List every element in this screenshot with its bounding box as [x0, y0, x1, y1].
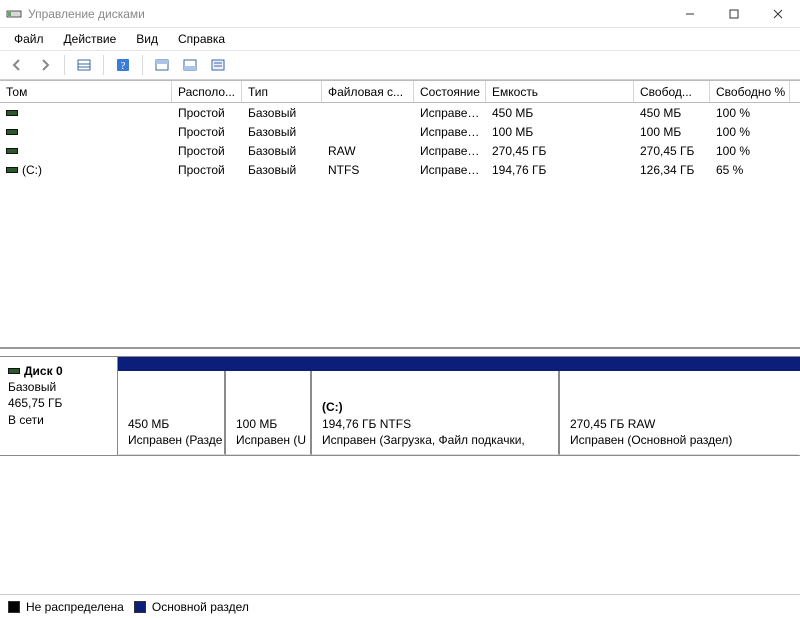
partition-size: 100 МБ: [236, 416, 302, 432]
volume-icon: [6, 110, 18, 116]
table-row[interactable]: ПростойБазовыйRAWИсправен...270,45 ГБ270…: [0, 141, 800, 160]
help-button[interactable]: ?: [112, 54, 134, 76]
toolbar: ?: [0, 50, 800, 80]
volume-name: (C:): [22, 163, 42, 177]
disk-partitions: 450 МБИсправен (Разде100 МБИсправен (U(C…: [118, 357, 800, 455]
partition-status: Исправен (Разде: [128, 432, 216, 448]
legend-swatch-primary: [134, 601, 146, 613]
legend-swatch-unallocated: [8, 601, 20, 613]
table-row[interactable]: ПростойБазовыйИсправен...100 МБ100 МБ100…: [0, 122, 800, 141]
volume-rows: ПростойБазовыйИсправен...450 МБ450 МБ100…: [0, 103, 800, 179]
partition[interactable]: (C:)194,76 ГБ NTFSИсправен (Загрузка, Фа…: [312, 371, 560, 455]
close-button[interactable]: [756, 0, 800, 28]
col-fs[interactable]: Файловая с...: [322, 81, 414, 102]
menu-view[interactable]: Вид: [126, 30, 168, 48]
table-row[interactable]: ПростойБазовыйИсправен...450 МБ450 МБ100…: [0, 103, 800, 122]
partition[interactable]: 270,45 ГБ RAWИсправен (Основной раздел): [560, 371, 798, 455]
back-button[interactable]: [6, 54, 28, 76]
disk-info[interactable]: Диск 0 Базовый 465,75 ГБ В сети: [0, 357, 118, 455]
view-top-button[interactable]: [151, 54, 173, 76]
menu-help[interactable]: Справка: [168, 30, 235, 48]
view-bottom-button[interactable]: [179, 54, 201, 76]
window-title: Управление дисками: [28, 7, 145, 21]
toolbar-separator: [64, 55, 65, 75]
volume-icon: [6, 167, 18, 173]
partition-status: Исправен (Основной раздел): [570, 432, 790, 448]
partition-size: 450 МБ: [128, 416, 216, 432]
col-status[interactable]: Состояние: [414, 81, 486, 102]
pane-splitter[interactable]: [0, 348, 800, 356]
forward-button[interactable]: [34, 54, 56, 76]
app-icon: [6, 6, 22, 22]
disk-type: Базовый: [8, 379, 109, 395]
toolbar-separator: [103, 55, 104, 75]
col-capacity[interactable]: Емкость: [486, 81, 634, 102]
disk-color-bar: [118, 357, 800, 371]
menubar: Файл Действие Вид Справка: [0, 28, 800, 50]
disk-name: Диск 0: [8, 363, 109, 379]
table-row[interactable]: (C:)ПростойБазовыйNTFSИсправен...194,76 …: [0, 160, 800, 179]
disk-map[interactable]: Диск 0 Базовый 465,75 ГБ В сети 450 МБИс…: [0, 356, 800, 456]
titlebar: Управление дисками: [0, 0, 800, 28]
toolbar-separator: [142, 55, 143, 75]
legend-unallocated: Не распределена: [26, 600, 124, 614]
col-freepct[interactable]: Свободно %: [710, 81, 790, 102]
volume-icon: [6, 148, 18, 154]
disk-size: 465,75 ГБ: [8, 395, 109, 411]
legend-primary: Основной раздел: [152, 600, 249, 614]
partition-row: 450 МБИсправен (Разде100 МБИсправен (U(C…: [118, 371, 800, 455]
volume-list-header[interactable]: Том Располо... Тип Файловая с... Состоян…: [0, 81, 800, 103]
minimize-button[interactable]: [668, 0, 712, 28]
partition-status: Исправен (U: [236, 432, 302, 448]
partition-size: 270,45 ГБ RAW: [570, 416, 790, 432]
disk-name-text: Диск 0: [24, 363, 63, 379]
partition-status: Исправен (Загрузка, Файл подкачки,: [322, 432, 550, 448]
menu-action[interactable]: Действие: [54, 30, 127, 48]
legend: Не распределена Основной раздел: [0, 594, 800, 618]
volume-list[interactable]: Том Располо... Тип Файловая с... Состоян…: [0, 80, 800, 348]
partition-label: (C:): [322, 399, 550, 415]
partition-size: 194,76 ГБ NTFS: [322, 416, 550, 432]
window-controls: [668, 0, 800, 28]
col-tom[interactable]: Том: [0, 81, 172, 102]
partition[interactable]: 450 МБИсправен (Разде: [118, 371, 226, 455]
maximize-button[interactable]: [712, 0, 756, 28]
svg-text:?: ?: [121, 60, 126, 72]
disk-status: В сети: [8, 412, 109, 428]
menu-file[interactable]: Файл: [4, 30, 54, 48]
col-free[interactable]: Свобод...: [634, 81, 710, 102]
properties-button[interactable]: [207, 54, 229, 76]
disk-icon: [8, 368, 20, 374]
view-list-button[interactable]: [73, 54, 95, 76]
col-layout[interactable]: Располо...: [172, 81, 242, 102]
col-type[interactable]: Тип: [242, 81, 322, 102]
volume-icon: [6, 129, 18, 135]
partition[interactable]: 100 МБИсправен (U: [226, 371, 312, 455]
